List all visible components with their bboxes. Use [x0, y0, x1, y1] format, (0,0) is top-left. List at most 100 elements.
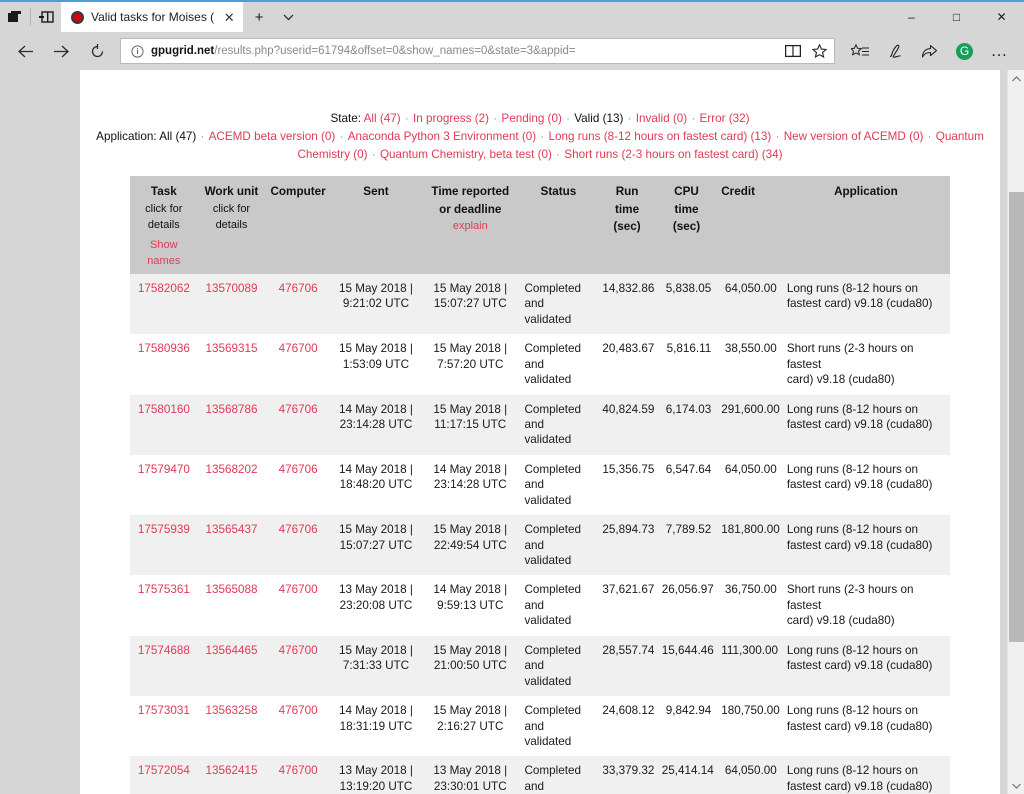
application-cell: Short runs (2-3 hours on fastest card) v9… [781, 334, 950, 395]
table-row: 17582062 13570089 476706 15 May 2018 | 9:21:… [130, 273, 950, 335]
status-cell: Completed and validated [519, 515, 598, 576]
minimize-button[interactable]: – [889, 2, 934, 32]
col-work-unit[interactable]: Work unit click for details [197, 176, 266, 274]
col-task[interactable]: Task click for details Show names [130, 176, 198, 274]
computer-link[interactable]: 476706 [279, 403, 318, 416]
computer-link[interactable]: 476706 [279, 282, 318, 295]
task-link[interactable]: 17582062 [138, 282, 190, 295]
credit-cell: 38,550.00 [716, 334, 782, 395]
work-unit-link[interactable]: 13569315 [205, 342, 257, 355]
forward-icon[interactable] [44, 36, 78, 66]
filter-link[interactable]: Quantum Chemistry, beta test (0) [380, 148, 552, 161]
task-link[interactable]: 17580160 [138, 403, 190, 416]
task-link[interactable]: 17580936 [138, 342, 190, 355]
col-application[interactable]: Application [781, 176, 950, 274]
results-table: Task click for details Show names Work u… [130, 176, 950, 794]
col-cpu-time[interactable]: CPU time (sec) [656, 176, 717, 274]
col-credit[interactable]: Credit [716, 176, 782, 274]
computer-link[interactable]: 476700 [279, 644, 318, 657]
computer-link[interactable]: 476706 [279, 523, 318, 536]
maximize-button[interactable]: □ [934, 2, 979, 32]
filter-link[interactable]: All (47) [364, 112, 401, 125]
refresh-icon[interactable] [80, 36, 114, 66]
task-link[interactable]: 17572054 [138, 764, 190, 777]
time-reported-line1: 15 May 2018 | [433, 523, 508, 537]
share-icon[interactable] [913, 36, 946, 66]
filter-link[interactable]: ACEMD beta version (0) [209, 130, 336, 143]
filter-link[interactable]: In progress (2) [413, 112, 489, 125]
task-link[interactable]: 17575939 [138, 523, 190, 536]
work-unit-link[interactable]: 13568786 [205, 403, 257, 416]
close-button[interactable]: ✕ [979, 2, 1024, 32]
set-tabs-aside-icon[interactable] [31, 2, 61, 32]
task-link[interactable]: 17574688 [138, 644, 190, 657]
computer-link[interactable]: 476700 [279, 583, 318, 596]
tab-valid-tasks[interactable]: Valid tasks for Moises ( ✕ [61, 2, 244, 32]
work-unit-link[interactable]: 13565088 [205, 583, 257, 596]
col-run-time[interactable]: Run time (sec) [597, 176, 657, 274]
filter-link[interactable]: Error (32) [700, 112, 750, 125]
filter-link[interactable]: Invalid (0) [636, 112, 687, 125]
status-line1: Completed and [524, 342, 581, 371]
col-status[interactable]: Status [519, 176, 598, 274]
show-tab-previews-icon[interactable] [0, 2, 30, 32]
new-tab-button[interactable]: + [243, 2, 275, 32]
col-computer[interactable]: Computer [265, 176, 331, 274]
filter-link[interactable]: Anaconda Python 3 Environment (0) [348, 130, 536, 143]
window-controls: – □ ✕ [889, 2, 1024, 32]
computer-link[interactable]: 476700 [279, 342, 318, 355]
show-names-link[interactable]: Show names [147, 239, 180, 268]
work-unit-cell: 13562415 [197, 756, 266, 794]
work-unit-link[interactable]: 13563258 [205, 704, 257, 717]
tab-close-icon[interactable]: ✕ [221, 9, 237, 25]
application-line2: fastest card) v9.18 (cuda80) [786, 297, 933, 311]
col-wu-sub2: details [215, 219, 248, 232]
computer-link[interactable]: 476706 [279, 463, 318, 476]
filter-link[interactable]: Pending (0) [501, 112, 561, 125]
work-unit-link[interactable]: 13570089 [205, 282, 257, 295]
work-unit-link[interactable]: 13564465 [205, 644, 257, 657]
time-reported-line2: 15:07:27 UTC [433, 297, 507, 311]
filter-link[interactable]: Long runs (8-12 hours on fastest card) (… [549, 130, 772, 143]
computer-link[interactable]: 476700 [279, 764, 318, 777]
filter-link[interactable]: New version of ACEMD (0) [784, 130, 924, 143]
col-run-l1: Run time [615, 185, 640, 216]
chevron-down-icon[interactable] [275, 2, 301, 32]
hub-icon[interactable] [843, 36, 876, 66]
web-notes-pen-icon[interactable] [878, 36, 911, 66]
address-bar[interactable]: gpugrid.net/results.php?userid=61794&off… [120, 38, 835, 64]
col-time-reported[interactable]: Time reported or deadline explain [421, 176, 520, 274]
site-info-icon[interactable] [127, 41, 147, 61]
task-link[interactable]: 17573031 [138, 704, 190, 717]
scroll-down-arrow[interactable] [1008, 777, 1024, 794]
application-cell: Long runs (8-12 hours on fastest card) v9… [781, 756, 950, 794]
computer-link[interactable]: 476700 [279, 704, 318, 717]
application-label: Application: [96, 129, 157, 143]
filter-link[interactable]: Short runs (2-3 hours on fastest card) (… [564, 148, 782, 161]
scroll-up-arrow[interactable] [1008, 70, 1024, 87]
col-sent[interactable]: Sent [330, 176, 422, 274]
back-icon[interactable] [8, 36, 42, 66]
cpu-time-cell: 25,414.14 [656, 756, 717, 794]
work-unit-link[interactable]: 13565437 [205, 523, 257, 536]
work-unit-link[interactable]: 13562415 [205, 764, 257, 777]
url-text[interactable]: gpugrid.net/results.php?userid=61794&off… [147, 45, 780, 57]
page-scrollbar[interactable] [1007, 70, 1024, 794]
reading-view-icon[interactable] [780, 39, 806, 63]
work-unit-link[interactable]: 13568202 [205, 463, 257, 476]
task-link[interactable]: 17579470 [138, 463, 190, 476]
time-reported-line1: 15 May 2018 | [433, 704, 508, 718]
profile-avatar[interactable]: G [948, 36, 981, 66]
explain-link[interactable]: explain [453, 220, 488, 232]
favorite-star-icon[interactable] [806, 39, 832, 63]
task-cell: 17580160 [130, 394, 198, 455]
task-cell: 17582062 [130, 273, 198, 335]
credit-cell: 291,600.00 [716, 394, 782, 455]
computer-cell: 476700 [265, 756, 331, 794]
settings-ellipsis-icon[interactable]: … [983, 36, 1016, 66]
filter-separator: · [490, 112, 501, 125]
filter-separator: · [401, 112, 413, 125]
application-line1: Long runs (8-12 hours on [786, 462, 919, 476]
scrollbar-thumb[interactable] [1009, 192, 1024, 642]
task-link[interactable]: 17575361 [138, 583, 190, 596]
